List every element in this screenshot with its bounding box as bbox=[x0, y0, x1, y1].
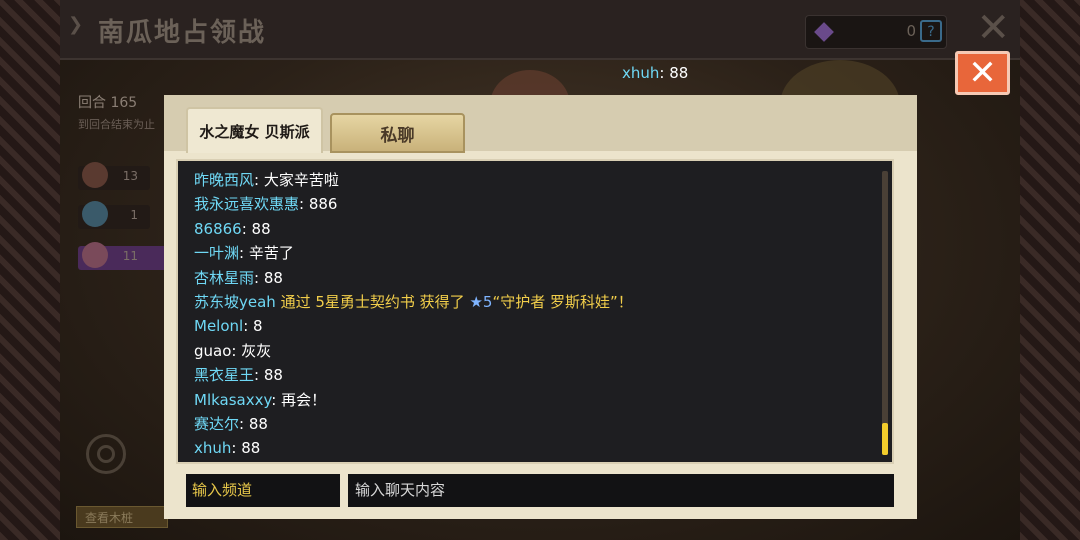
resource-value: 0 bbox=[906, 22, 916, 40]
avatar bbox=[82, 162, 108, 188]
player-row[interactable]: 11 bbox=[78, 242, 178, 270]
chat-panel: 水之魔女 贝斯派 私聊 昨晚西风: 大家辛苦啦 我永远喜欢惠惠: 886 868… bbox=[164, 95, 917, 519]
chat-sender[interactable]: 昨晚西风 bbox=[194, 171, 254, 189]
chat-text: : 88 bbox=[239, 414, 268, 433]
player-count: 13 bbox=[122, 169, 138, 183]
latest-chat-message: xhuh: 88 bbox=[622, 64, 688, 82]
chat-line: 我永远喜欢惠惠: 886 bbox=[194, 192, 874, 216]
chat-text: : 88 bbox=[241, 219, 271, 238]
chevron-icon: ❯ bbox=[68, 14, 84, 35]
chat-line: 86866: 88 bbox=[194, 217, 874, 241]
channel-select[interactable]: 输入频道 bbox=[186, 474, 340, 507]
chat-line: 黑衣星王: 88 bbox=[194, 363, 874, 387]
system-text: 通过 5星勇士契约书 获得了 bbox=[275, 292, 470, 311]
chat-line: 赛达尔: 88 bbox=[194, 412, 874, 436]
chat-text: : 88 bbox=[231, 439, 261, 458]
chat-text: : 88 bbox=[659, 64, 689, 82]
page-title: 南瓜地占领战 bbox=[98, 18, 267, 48]
chat-sender[interactable]: Mlkasaxxy bbox=[194, 391, 271, 409]
chat-input[interactable] bbox=[348, 474, 894, 507]
close-chat-button[interactable]: ✕ bbox=[955, 51, 1010, 95]
chat-line: 一叶渊: 辛苦了 bbox=[194, 241, 874, 265]
title-close-icon[interactable]: ✕ bbox=[976, 8, 1010, 48]
title-bar: ❯ 南瓜地占领战 0 ? ✕ bbox=[60, 0, 1020, 60]
right-border-decoration bbox=[1020, 0, 1080, 540]
chat-sender: xhuh bbox=[622, 64, 660, 82]
chat-text: : 辛苦了 bbox=[239, 244, 294, 263]
chat-sender[interactable]: 一叶渊 bbox=[194, 244, 239, 262]
close-icon: ✕ bbox=[968, 53, 997, 93]
chat-text: : 88 bbox=[254, 268, 283, 287]
chat-sender[interactable]: 赛达尔 bbox=[194, 415, 239, 433]
chat-line: Mlkasaxxy: 再会！ bbox=[194, 388, 874, 412]
player-count: 1 bbox=[130, 208, 138, 222]
tab-private[interactable]: 私聊 bbox=[330, 113, 465, 153]
resource-counter: 0 ? bbox=[805, 15, 947, 49]
chat-sender[interactable]: xhuh bbox=[194, 439, 231, 457]
chat-sender[interactable]: Melonl bbox=[194, 317, 243, 335]
gem-icon bbox=[814, 22, 834, 42]
left-border-decoration bbox=[0, 0, 60, 540]
help-icon[interactable]: ? bbox=[920, 20, 942, 42]
spiral-icon[interactable] bbox=[86, 434, 126, 474]
system-text-end: “守护者 罗斯科娃”！ bbox=[492, 292, 633, 311]
chat-sender[interactable]: 我永远喜欢惠惠 bbox=[194, 195, 299, 213]
round-label: 回合 165 bbox=[78, 95, 138, 111]
chat-sender[interactable]: 苏东坡yeah bbox=[194, 293, 276, 311]
round-sub-label: 到回合结束为止 bbox=[78, 118, 155, 131]
tab-guild[interactable]: 水之魔女 贝斯派 bbox=[186, 107, 323, 153]
chat-text: : 88 bbox=[254, 366, 283, 385]
chat-text: : 再会！ bbox=[271, 390, 327, 409]
chat-text: : 8 bbox=[243, 317, 263, 336]
chat-sender[interactable]: guao bbox=[194, 342, 231, 360]
chat-sender[interactable]: 86866 bbox=[194, 220, 242, 238]
player-count: 11 bbox=[122, 249, 138, 263]
player-row[interactable]: 1 bbox=[78, 201, 150, 229]
chat-text: : 886 bbox=[299, 195, 338, 214]
chat-line: 杏林星雨: 88 bbox=[194, 266, 874, 290]
player-row[interactable]: 13 bbox=[78, 162, 150, 190]
avatar bbox=[82, 201, 108, 227]
chat-log[interactable]: 昨晚西风: 大家辛苦啦 我永远喜欢惠惠: 886 86866: 88 一叶渊: … bbox=[176, 159, 894, 464]
avatar bbox=[82, 242, 108, 268]
chat-lines: 昨晚西风: 大家辛苦啦 我永远喜欢惠惠: 886 86866: 88 一叶渊: … bbox=[194, 168, 874, 461]
star-rating: ★5 bbox=[469, 292, 493, 311]
view-stake-button[interactable]: 查看木桩 bbox=[76, 506, 168, 528]
chat-sender[interactable]: 黑衣星王 bbox=[194, 366, 254, 384]
chat-sender[interactable]: 杏林星雨 bbox=[194, 269, 254, 287]
chat-text: : 大家辛苦啦 bbox=[254, 171, 339, 189]
chat-line: 昨晚西风: 大家辛苦啦 bbox=[194, 168, 874, 192]
chat-text: : 灰灰 bbox=[231, 341, 272, 360]
chat-line: xhuh: 88 bbox=[194, 436, 874, 460]
system-chat-line: 苏东坡yeah 通过 5星勇士契约书 获得了 ★5“守护者 罗斯科娃”！ bbox=[194, 290, 874, 314]
chat-line: guao: 灰灰 bbox=[194, 339, 874, 363]
chat-line: Melonl: 8 bbox=[194, 314, 874, 338]
chat-scrollbar[interactable] bbox=[882, 171, 888, 455]
chat-scrollbar-thumb[interactable] bbox=[882, 423, 888, 455]
